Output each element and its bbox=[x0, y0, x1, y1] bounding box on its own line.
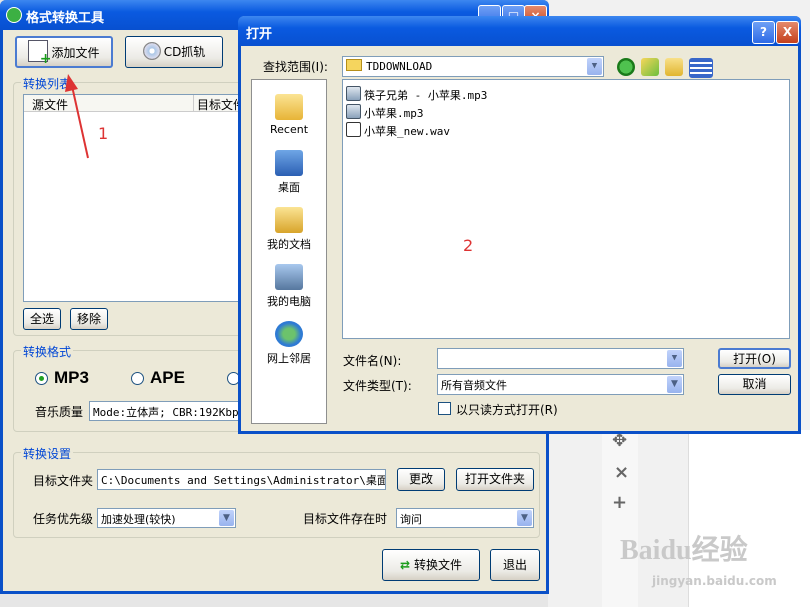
file-name: 小苹果_new.wav bbox=[364, 125, 450, 138]
look-in-label: 查找范围(I): bbox=[263, 60, 328, 74]
audio-file-icon bbox=[346, 86, 361, 101]
place-computer-label: 我的电脑 bbox=[267, 295, 311, 308]
filename-label: 文件名(N): bbox=[343, 354, 402, 368]
readonly-label: 以只读方式打开(R) bbox=[456, 403, 558, 417]
audio-file-icon bbox=[346, 104, 361, 119]
place-desktop-label: 桌面 bbox=[278, 181, 300, 194]
dialog-titlebar[interactable]: 打开 ? X bbox=[238, 16, 801, 46]
up-folder-icon[interactable] bbox=[641, 58, 659, 76]
file-name: 小苹果.mp3 bbox=[364, 107, 424, 120]
folder-icon bbox=[346, 59, 362, 71]
computer-icon bbox=[275, 264, 303, 290]
place-recent[interactable]: Recent bbox=[252, 94, 326, 136]
file-item[interactable]: 小苹果_new.wav bbox=[346, 122, 450, 139]
annotation-2: 2 bbox=[463, 236, 474, 255]
file-item[interactable]: 筷子兄弟 - 小苹果.mp3 bbox=[346, 86, 487, 103]
desktop-icon bbox=[275, 150, 303, 176]
view-menu-icon[interactable] bbox=[689, 58, 713, 78]
look-in-select[interactable]: TDDOWNLOAD ▼ bbox=[342, 56, 604, 77]
place-documents[interactable]: 我的文档 bbox=[252, 207, 326, 252]
help-icon[interactable]: ? bbox=[752, 21, 775, 44]
open-dialog: 打开 ? X 查找范围(I): TDDOWNLOAD ▼ Recent 桌面 我… bbox=[238, 16, 801, 434]
place-computer[interactable]: 我的电脑 bbox=[252, 264, 326, 309]
dialog-title: 打开 bbox=[246, 27, 273, 42]
file-name: 筷子兄弟 - 小苹果.mp3 bbox=[364, 89, 488, 102]
chevron-down-icon[interactable]: ▼ bbox=[587, 58, 602, 75]
back-icon[interactable] bbox=[617, 58, 635, 76]
close-icon[interactable]: X bbox=[776, 21, 799, 44]
cancel-button[interactable]: 取消 bbox=[718, 374, 791, 395]
place-documents-label: 我的文档 bbox=[267, 238, 311, 251]
place-recent-label: Recent bbox=[269, 123, 309, 136]
file-item[interactable]: 小苹果.mp3 bbox=[346, 104, 424, 121]
filename-input[interactable]: ▼ bbox=[437, 348, 684, 369]
new-folder-icon[interactable] bbox=[665, 58, 683, 76]
place-network[interactable]: 网上邻居 bbox=[252, 321, 326, 366]
place-desktop[interactable]: 桌面 bbox=[252, 150, 326, 195]
open-button[interactable]: 打开(O) bbox=[718, 348, 791, 369]
filetype-value: 所有音频文件 bbox=[441, 379, 507, 392]
wav-file-icon bbox=[346, 122, 361, 137]
places-bar: Recent 桌面 我的文档 我的电脑 网上邻居 bbox=[251, 79, 327, 424]
documents-icon bbox=[275, 207, 303, 233]
readonly-checkbox[interactable] bbox=[438, 402, 451, 415]
annotation-arrow-1 bbox=[71, 85, 89, 159]
filetype-select[interactable]: 所有音频文件 ▼ bbox=[437, 374, 684, 395]
recent-icon bbox=[275, 94, 303, 120]
annotation-arrowhead-1 bbox=[65, 74, 78, 92]
file-list[interactable]: 筷子兄弟 - 小苹果.mp3 小苹果.mp3 小苹果_new.wav 2 bbox=[342, 79, 790, 339]
filetype-label: 文件类型(T): bbox=[343, 379, 412, 393]
network-icon bbox=[275, 321, 303, 347]
chevron-down-icon[interactable]: ▼ bbox=[667, 376, 682, 393]
look-in-value: TDDOWNLOAD bbox=[366, 60, 433, 73]
place-network-label: 网上邻居 bbox=[267, 352, 311, 365]
chevron-down-icon[interactable]: ▼ bbox=[667, 350, 682, 367]
